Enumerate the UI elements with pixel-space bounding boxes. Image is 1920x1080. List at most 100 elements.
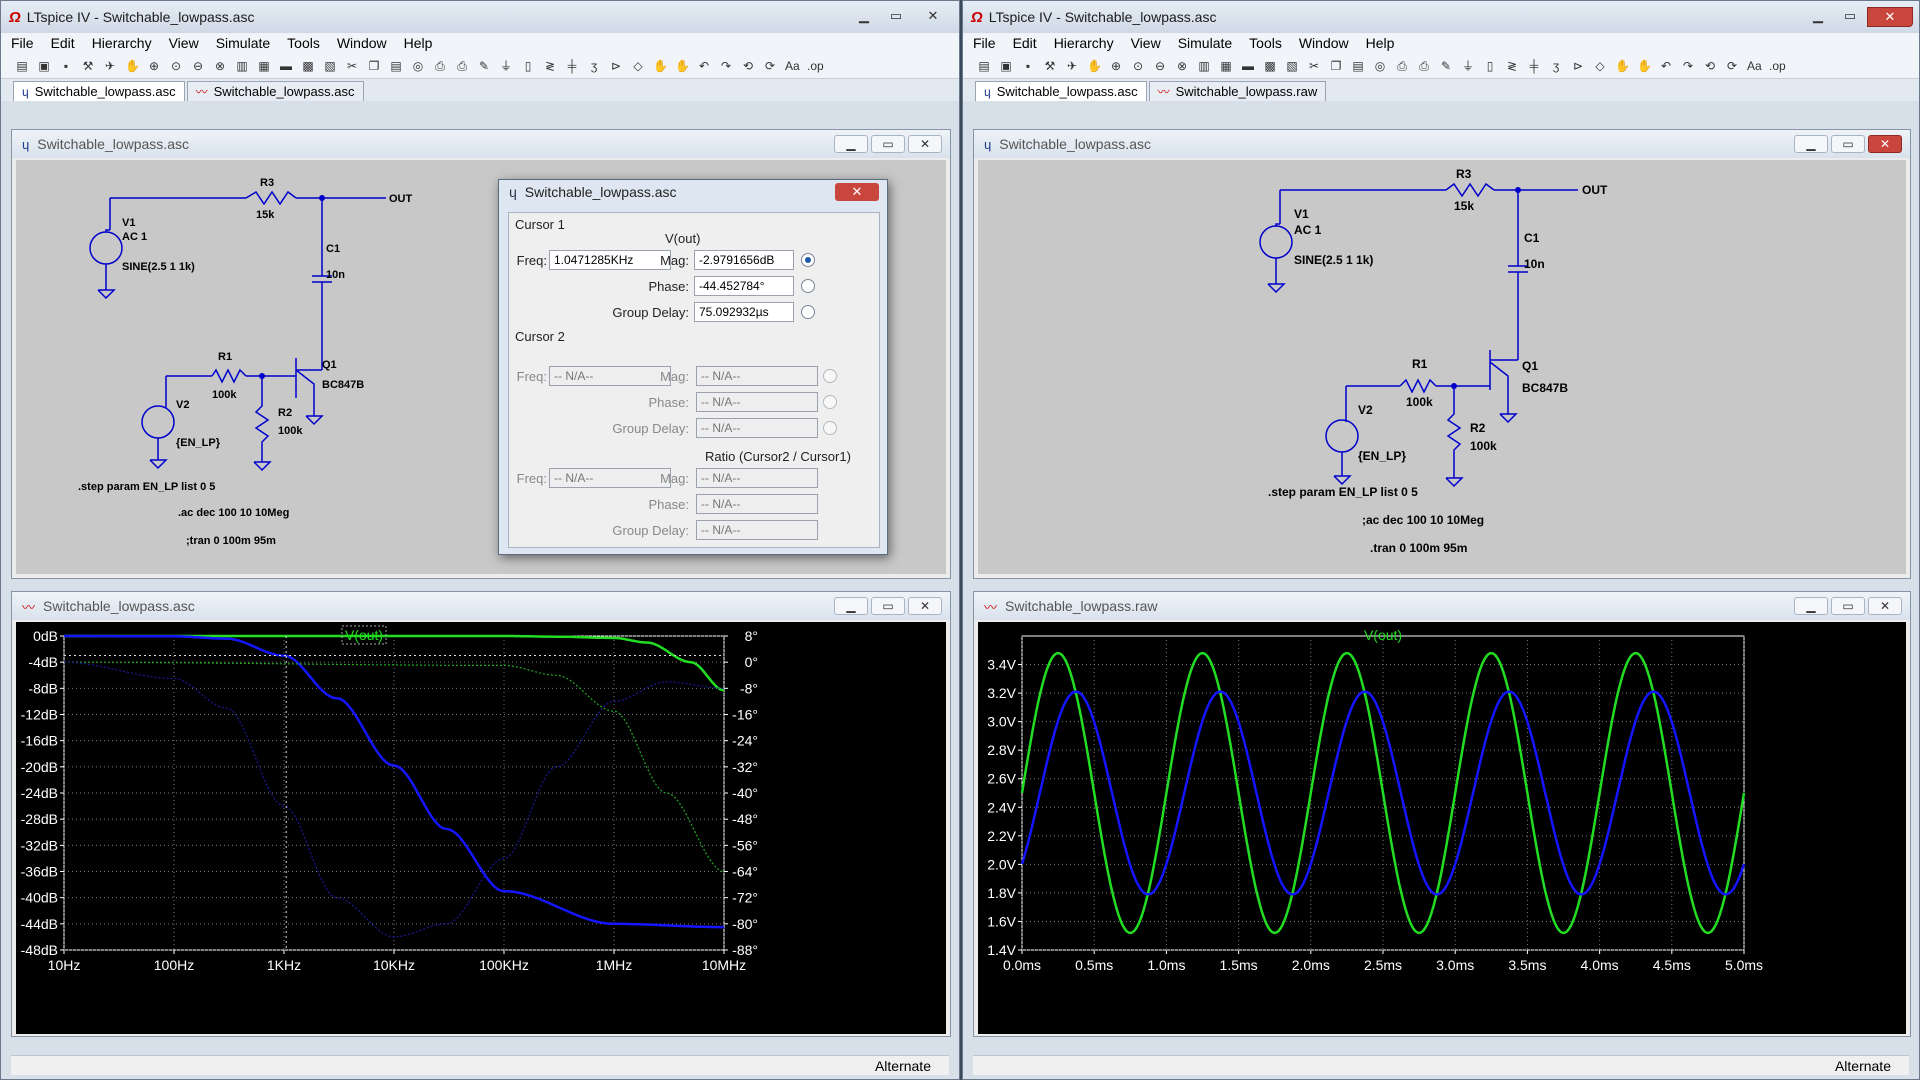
zoom-in-icon[interactable]: ⊕ xyxy=(1109,59,1123,73)
run-icon[interactable]: ✈ xyxy=(103,59,117,73)
directive-step[interactable]: .step param EN_LP list 0 5 xyxy=(1268,485,1418,499)
capacitor-icon[interactable]: ╪ xyxy=(1527,59,1541,73)
mdi-close-button[interactable]: ✕ xyxy=(908,597,942,615)
mdi-minimize-button[interactable]: ▁ xyxy=(834,135,868,153)
text-icon[interactable]: Aa xyxy=(1747,59,1762,73)
tab-schematic[interactable]: ɥ Switchable_lowpass.asc xyxy=(13,81,185,101)
component-icon[interactable]: ◇ xyxy=(1593,59,1607,73)
cursor1-mag-field[interactable]: -2.9791656dB xyxy=(694,250,794,270)
print-setup-icon[interactable]: ⎙ xyxy=(1395,59,1409,73)
new-schematic-icon[interactable]: ▤ xyxy=(977,59,991,73)
cursor1-phase-field[interactable]: -44.452784° xyxy=(694,276,794,296)
right-plot-titlebar[interactable]: 〰 Switchable_lowpass.raw ▁ ▭ ✕ xyxy=(974,592,1910,620)
directive-ac[interactable]: ;ac dec 100 10 10Meg xyxy=(1362,513,1484,527)
mdi-minimize-button[interactable]: ▁ xyxy=(834,597,868,615)
move-icon[interactable]: ✋ xyxy=(653,59,668,73)
menu-hierarchy[interactable]: Hierarchy xyxy=(92,35,152,51)
cursor1-gd-radio[interactable] xyxy=(801,305,815,319)
spice-directive-icon[interactable]: .op xyxy=(807,59,824,73)
undo-icon[interactable]: ↶ xyxy=(1659,59,1673,73)
left-schematic-titlebar[interactable]: ɥ Switchable_lowpass.asc ▁ ▭ ✕ xyxy=(12,130,950,158)
menu-help[interactable]: Help xyxy=(404,35,433,51)
tile-h-icon[interactable]: ▬ xyxy=(1241,59,1255,73)
mdi-minimize-button[interactable]: ▁ xyxy=(1794,597,1828,615)
mdi-maximize-button[interactable]: ▭ xyxy=(871,597,905,615)
menu-view[interactable]: View xyxy=(169,35,199,51)
cascade-icon[interactable]: ▧ xyxy=(1285,59,1299,73)
menu-view[interactable]: View xyxy=(1131,35,1161,51)
paste-icon[interactable]: ▤ xyxy=(389,59,403,73)
run-icon[interactable]: ✈ xyxy=(1065,59,1079,73)
menu-edit[interactable]: Edit xyxy=(1013,35,1037,51)
bode-plot-pane[interactable]: 10Hz 100Hz 1KHz 10KHz 100KHz 1MHz 10MHz 0dB -4dB… xyxy=(16,622,946,1034)
right-schematic-canvas[interactable]: R3 15k OUT V1 AC 1 SINE(2.5 1 1k) C1 10n… xyxy=(978,160,1906,574)
tab-waveform[interactable]: 〰 Switchable_lowpass.raw xyxy=(1148,81,1327,101)
tab-schematic[interactable]: ɥ Switchable_lowpass.asc xyxy=(975,81,1147,101)
minimize-button[interactable]: ▁ xyxy=(849,7,879,27)
transient-plot-pane[interactable]: 0.0ms 0.5ms 1.0ms 1.5ms 2.0ms 2.5ms 3.0ms 3.5ms… xyxy=(978,622,1906,1034)
mdi-maximize-button[interactable]: ▭ xyxy=(1831,597,1865,615)
capacitor-icon[interactable]: ╪ xyxy=(565,59,579,73)
print-icon[interactable]: ⎙ xyxy=(1417,59,1431,73)
cascade-icon[interactable]: ▧ xyxy=(323,59,337,73)
mdi-minimize-button[interactable]: ▁ xyxy=(1794,135,1828,153)
directive-step[interactable]: .step param EN_LP list 0 5 xyxy=(78,481,215,493)
close-button[interactable]: ✕ xyxy=(1867,7,1913,27)
directive-ac[interactable]: .ac dec 100 10 10Meg xyxy=(178,507,289,519)
wire-icon[interactable]: ✎ xyxy=(1439,59,1453,73)
move-icon[interactable]: ✋ xyxy=(1615,59,1630,73)
zoom-pan-icon[interactable]: ⊙ xyxy=(169,59,183,73)
redo-icon[interactable]: ↷ xyxy=(1681,59,1695,73)
new-schematic-icon[interactable]: ▤ xyxy=(15,59,29,73)
cursor-dialog-close-button[interactable]: ✕ xyxy=(835,183,879,201)
menu-edit[interactable]: Edit xyxy=(51,35,75,51)
mdi-close-button[interactable]: ✕ xyxy=(908,135,942,153)
minimize-button[interactable]: ▁ xyxy=(1803,7,1833,27)
menu-tools[interactable]: Tools xyxy=(1249,35,1282,51)
diode-icon[interactable]: ⊳ xyxy=(609,59,623,73)
zoom-fit-icon[interactable]: ⊗ xyxy=(213,59,227,73)
save-icon[interactable]: ▪ xyxy=(59,59,73,73)
copy-icon[interactable]: ❐ xyxy=(1329,59,1343,73)
cursor1-gd-field[interactable]: 75.092932µs xyxy=(694,302,794,322)
label-icon[interactable]: ▯ xyxy=(1483,59,1497,73)
ground-icon[interactable]: ⏚ xyxy=(499,59,513,73)
menu-window[interactable]: Window xyxy=(337,35,387,51)
zoom-pan-icon[interactable]: ⊙ xyxy=(1131,59,1145,73)
maximize-button[interactable]: ▭ xyxy=(1835,7,1865,27)
drag-icon[interactable]: ✋ xyxy=(675,59,690,73)
menu-help[interactable]: Help xyxy=(1366,35,1395,51)
tile-h-icon[interactable]: ▬ xyxy=(279,59,293,73)
mirror-icon[interactable]: ⟳ xyxy=(763,59,777,73)
mdi-close-button[interactable]: ✕ xyxy=(1868,597,1902,615)
drag-icon[interactable]: ✋ xyxy=(1637,59,1652,73)
wire-icon[interactable]: ✎ xyxy=(477,59,491,73)
label-icon[interactable]: ▯ xyxy=(521,59,535,73)
save-icon[interactable]: ▪ xyxy=(1021,59,1035,73)
find-icon[interactable]: ◎ xyxy=(411,59,425,73)
tab-waveform[interactable]: 〰 Switchable_lowpass.asc xyxy=(186,81,364,101)
autorange-icon[interactable]: ▥ xyxy=(1197,59,1211,73)
open-icon[interactable]: ▣ xyxy=(999,59,1013,73)
pan-icon[interactable]: ✋ xyxy=(125,59,140,73)
undo-icon[interactable]: ↶ xyxy=(697,59,711,73)
mdi-maximize-button[interactable]: ▭ xyxy=(1831,135,1865,153)
text-icon[interactable]: Aa xyxy=(785,59,800,73)
pan-icon[interactable]: ✋ xyxy=(1087,59,1102,73)
cursor1-mag-radio[interactable] xyxy=(801,253,815,267)
cut-icon[interactable]: ✂ xyxy=(345,59,359,73)
maximize-button[interactable]: ▭ xyxy=(881,7,911,27)
left-plot-titlebar[interactable]: 〰 Switchable_lowpass.asc ▁ ▭ ✕ xyxy=(12,592,950,620)
paste-icon[interactable]: ▤ xyxy=(1351,59,1365,73)
component-icon[interactable]: ◇ xyxy=(631,59,645,73)
cursor1-phase-radio[interactable] xyxy=(801,279,815,293)
rotate-icon[interactable]: ⟲ xyxy=(741,59,755,73)
copy-icon[interactable]: ❐ xyxy=(367,59,381,73)
menu-simulate[interactable]: Simulate xyxy=(216,35,270,51)
right-titlebar[interactable]: Ω LTspice IV - Switchable_lowpass.asc ▁ … xyxy=(963,1,1919,33)
autorange-icon[interactable]: ▥ xyxy=(235,59,249,73)
view-icon[interactable]: ▦ xyxy=(1219,59,1233,73)
view-icon[interactable]: ▦ xyxy=(257,59,271,73)
menu-tools[interactable]: Tools xyxy=(287,35,320,51)
right-schematic-titlebar[interactable]: ɥ Switchable_lowpass.asc ▁ ▭ ✕ xyxy=(974,130,1910,158)
